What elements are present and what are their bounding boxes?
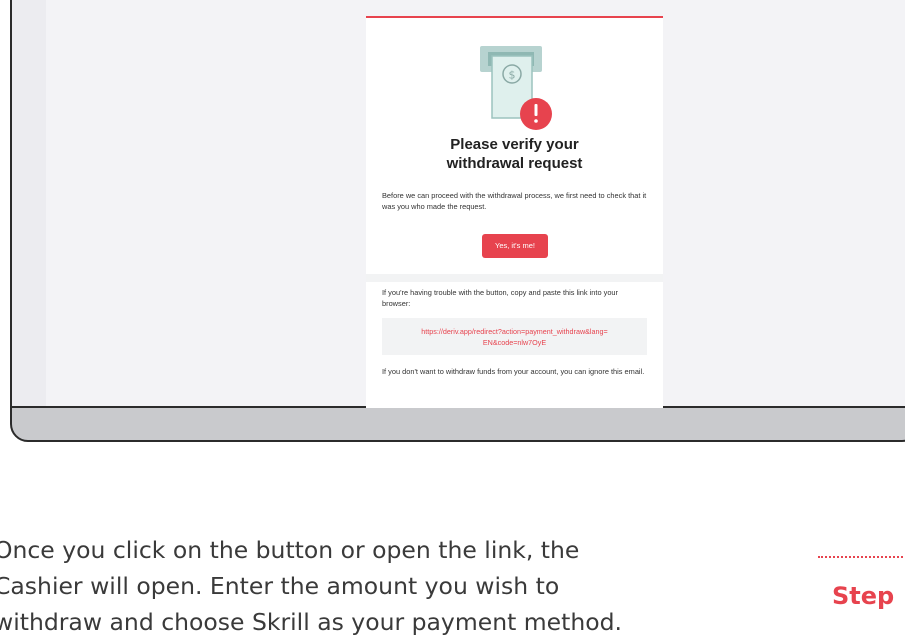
step-connector-line (818, 556, 905, 558)
email-viewer: $ Please verify your withdrawal request … (46, 0, 905, 408)
email-card: $ Please verify your withdrawal request … (366, 16, 663, 408)
instruction-caption: Once you click on the button or open the… (0, 532, 814, 640)
step-label: Step (832, 582, 895, 610)
section-divider (366, 274, 663, 282)
svg-text:$: $ (509, 69, 516, 82)
trouble-text: If you're having trouble with the button… (382, 288, 618, 308)
email-heading-line2: withdrawal request (446, 155, 583, 172)
confirm-withdrawal-button[interactable]: Yes, it's me! (482, 234, 548, 258)
verification-link-line1[interactable]: https://deriv.app/redirect?action=paymen… (382, 326, 647, 337)
caption-line3: withdraw and choose Skrill as your payme… (0, 608, 622, 636)
caption-line2: Cashier will open. Enter the amount you … (0, 572, 560, 600)
email-body-text: Before we can proceed with the withdrawa… (382, 191, 647, 211)
email-heading: Please verify your withdrawal request (366, 135, 663, 173)
email-heading-line1: Please verify your (450, 136, 579, 153)
verification-link-box[interactable]: https://deriv.app/redirect?action=paymen… (382, 318, 647, 355)
caption-line1: Once you click on the button or open the… (0, 536, 580, 564)
ignore-text: If you don't want to withdraw funds from… (382, 367, 645, 376)
cash-withdraw-alert-icon: $ (480, 46, 552, 130)
laptop-screen: $ Please verify your withdrawal request … (12, 0, 905, 408)
laptop-frame: $ Please verify your withdrawal request … (10, 0, 905, 442)
verification-link-line2[interactable]: EN&code=nlw7OyE (382, 337, 647, 348)
